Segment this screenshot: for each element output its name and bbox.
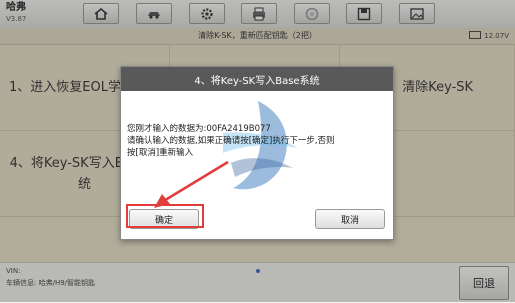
cancel-instruction-line: 按[取消]重新输入 [127,148,194,158]
confirm-instruction-line: 请确认输入的数据,如果正确请按[确定]执行下一步,否则 [127,136,335,146]
dialog-message: 您刚才输入的数据为:00FA2419B077 请确认输入的数据,如果正确请按[确… [127,123,389,159]
dialog-title: 4、将Key-SK写入Base系统 [121,67,393,91]
entered-data-line: 您刚才输入的数据为:00FA2419B077 [127,124,271,134]
cancel-button[interactable]: 取消 [315,209,385,229]
annotation-arrow-icon [154,160,229,208]
